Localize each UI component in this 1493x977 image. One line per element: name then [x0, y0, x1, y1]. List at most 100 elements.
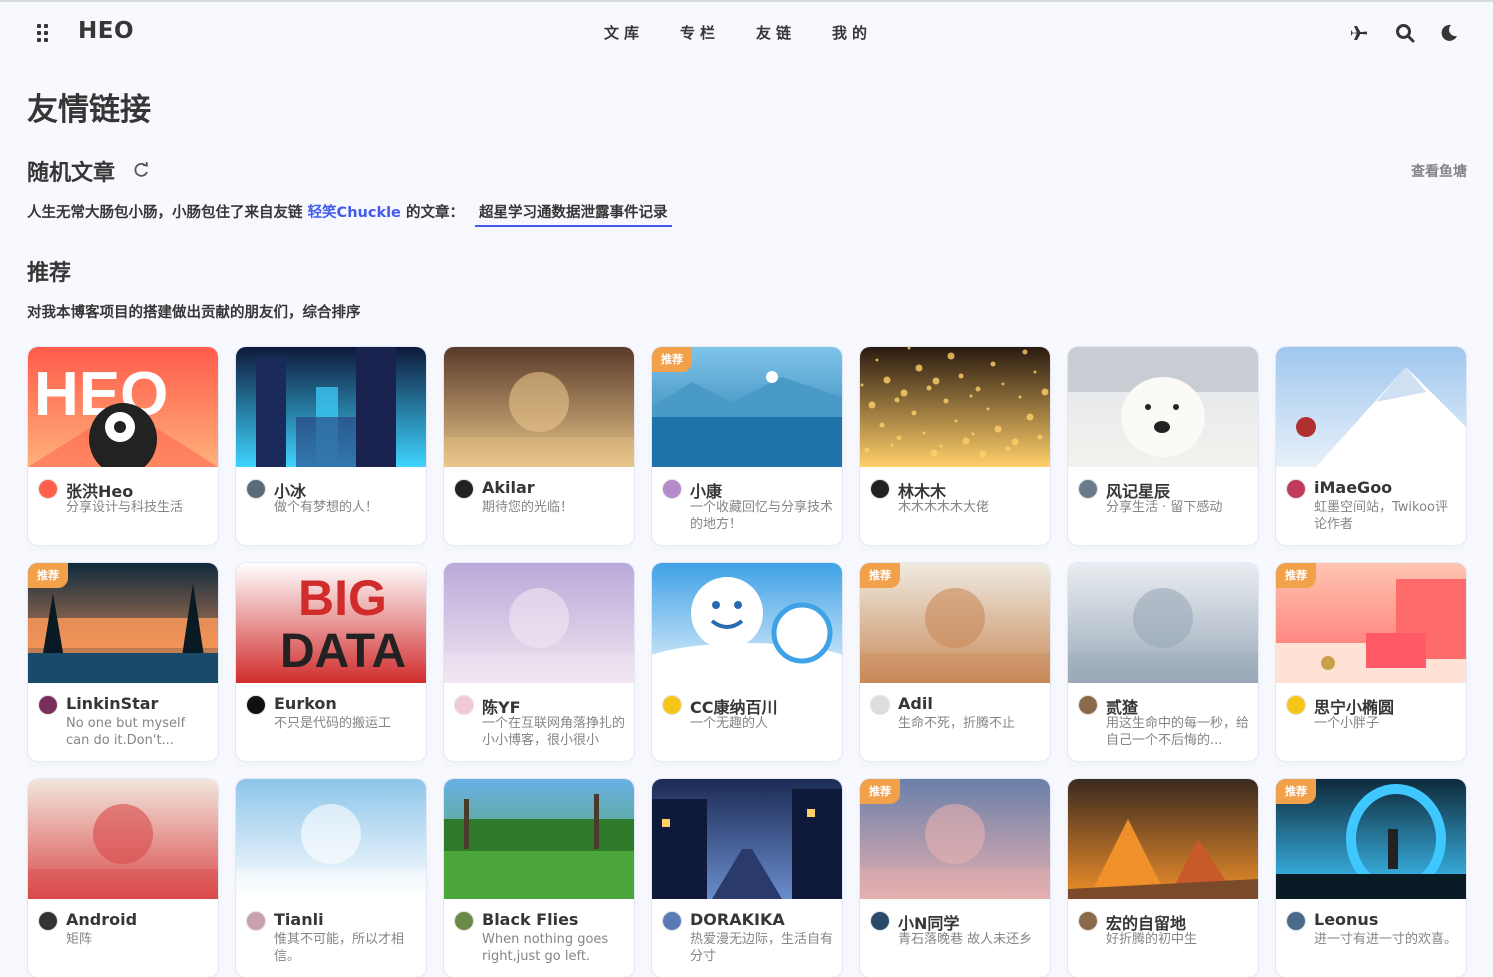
page-title: 友情链接 — [27, 92, 151, 128]
avatar — [662, 479, 682, 499]
card-description: 用这生命中的每一秒，给自己一个不后悔的... — [1106, 716, 1250, 748]
avatar — [1286, 479, 1306, 499]
friend-card[interactable]: CC康纳百川 一个无趣的人 — [652, 563, 842, 761]
friend-card[interactable]: 林木木 木木木木木大佬 — [860, 347, 1050, 545]
nav-item-column[interactable]: 专栏 — [680, 22, 720, 43]
recommend-section-title: 推荐 — [27, 261, 72, 286]
friend-card[interactable]: 推荐 小N同学 青石落晚巷 故人未还乡 — [860, 779, 1050, 977]
bokeh-lights-image — [860, 347, 1050, 467]
main-nav: 文库 专栏 友链 我的 — [604, 22, 908, 43]
recommend-badge: 推荐 — [860, 779, 900, 804]
friend-card[interactable]: Akilar 期待您的光临！ — [444, 347, 634, 545]
random-article-line: 人生无常大肠包小肠，小肠包住了来自友链 轻笑Chuckle 的文章： 超星学习通… — [27, 201, 672, 227]
card-cover — [444, 779, 634, 899]
snow-mountain-image — [1276, 347, 1466, 467]
avatar — [38, 695, 58, 715]
heo-logo-image: HEO — [28, 347, 218, 467]
card-cover — [652, 779, 842, 899]
avatar — [662, 911, 682, 931]
avatar — [454, 479, 474, 499]
friend-card[interactable]: 小冰 做个有梦想的人！ — [236, 347, 426, 545]
friend-card[interactable]: Black Flies When nothing goes right,just … — [444, 779, 634, 977]
green-park-image — [444, 779, 634, 899]
avatar — [246, 695, 266, 715]
card-description: 矩阵 — [66, 932, 93, 947]
friend-card[interactable]: 贰猹 用这生命中的每一秒，给自己一个不后悔的... — [1068, 563, 1258, 761]
search-icon[interactable] — [1394, 22, 1416, 44]
card-description: 生命不死，折腾不止 — [898, 716, 1016, 731]
card-name: Android — [66, 910, 138, 929]
friend-card[interactable]: 推荐 小康 一个收藏回忆与分享技术的地方！ — [652, 347, 842, 545]
card-cover — [1068, 779, 1258, 899]
friend-card[interactable]: 陈YF 一个在互联网角落挣扎的小小博客，很小很小 — [444, 563, 634, 761]
card-description: 惟其不可能，所以才相信。 — [274, 932, 405, 964]
random-article-link[interactable]: 超星学习通数据泄露事件记录 — [475, 201, 672, 227]
friend-card[interactable]: DORAKIKA 热爱漫无边际，生活自有分寸 — [652, 779, 842, 977]
avatar — [1078, 695, 1098, 715]
apps-grid-icon[interactable] — [37, 24, 51, 42]
nav-item-mine[interactable]: 我的 — [832, 22, 872, 43]
avatar — [1078, 911, 1098, 931]
card-cover — [28, 779, 218, 899]
avatar — [1078, 479, 1098, 499]
card-description: 进一寸有进一寸的欢喜。 — [1314, 932, 1458, 947]
friend-card[interactable]: 宏的自留地 好折腾的初中生 — [1068, 779, 1258, 977]
avatar — [1286, 695, 1306, 715]
avatar — [870, 479, 890, 499]
card-name: Akilar — [482, 478, 535, 497]
recommend-badge: 推荐 — [28, 563, 68, 588]
svg-text:BIG: BIG — [298, 570, 387, 626]
random-line-prefix: 人生无常大肠包小肠，小肠包住了来自友链 — [27, 205, 303, 221]
blue-mascot-image — [652, 563, 842, 683]
nav-item-library[interactable]: 文库 — [604, 22, 644, 43]
card-description: 一个无趣的人 — [690, 716, 769, 731]
avatar — [1286, 911, 1306, 931]
friend-card[interactable]: Android 矩阵 — [28, 779, 218, 977]
friend-card[interactable]: 推荐 Leonus 进一寸有进一寸的欢喜。 — [1276, 779, 1466, 977]
card-name: Leonus — [1314, 910, 1379, 929]
card-cover — [444, 347, 634, 467]
card-cover: HEO — [28, 347, 218, 467]
card-cover — [444, 563, 634, 683]
header: HEO 文库 专栏 友链 我的 — [0, 2, 1493, 62]
card-cover — [236, 347, 426, 467]
polar-bear-image — [1068, 347, 1258, 467]
card-description: 不只是代码的搬运工 — [274, 716, 392, 731]
card-cover — [1068, 347, 1258, 467]
nav-item-friends[interactable]: 友链 — [756, 22, 796, 43]
anime-room-image — [444, 347, 634, 467]
clouds-girl-image — [236, 779, 426, 899]
card-description: When nothing goes right,just go left. — [482, 932, 609, 964]
avatar — [246, 479, 266, 499]
friend-card[interactable]: 风记星辰 分享生活 · 留下感动 — [1068, 347, 1258, 545]
refresh-icon[interactable] — [132, 161, 150, 179]
friend-card[interactable]: 推荐 LinkinStar No one but myself can do it.… — [28, 563, 218, 761]
friend-card[interactable]: Tianli 惟其不可能，所以才相信。 — [236, 779, 426, 977]
friend-card[interactable]: iMaeGoo 虹墨空间站，Twikoo评论作者 — [1276, 347, 1466, 545]
card-description: 一个收藏回忆与分享技术的地方！ — [690, 500, 834, 532]
card-cover — [652, 563, 842, 683]
friend-card[interactable]: 推荐 Adil 生命不死，折腾不止 — [860, 563, 1050, 761]
recommend-badge: 推荐 — [860, 563, 900, 588]
card-description: 热爱漫无边际，生活自有分寸 — [690, 932, 834, 964]
card-description: 期待您的光临！ — [482, 500, 574, 515]
card-cover — [1068, 563, 1258, 683]
card-description: 青石落晚巷 故人未还乡 — [898, 932, 1033, 947]
friend-card[interactable]: 推荐 思宁小椭圆 一个小胖子 — [1276, 563, 1466, 761]
site-logo[interactable]: HEO — [78, 18, 134, 44]
recommend-description: 对我本博客项目的搭建做出贡献的朋友们，综合排序 — [27, 305, 361, 321]
big-data-image: BIGDATA — [236, 563, 426, 683]
friend-link[interactable]: 轻笑Chuckle — [308, 205, 401, 221]
recommend-badge: 推荐 — [1276, 779, 1316, 804]
friend-card[interactable]: HEO 张洪Heo 分享设计与科技生活 — [28, 347, 218, 545]
card-name: Adil — [898, 694, 933, 713]
plane-icon[interactable] — [1348, 22, 1370, 44]
avatar — [662, 695, 682, 715]
card-cover — [1276, 347, 1466, 467]
card-name: LinkinStar — [66, 694, 159, 713]
avatar — [454, 695, 474, 715]
random-section-title: 随机文章 — [27, 161, 116, 186]
view-fish-pond-link[interactable]: 查看鱼塘 — [1411, 161, 1467, 181]
friend-card[interactable]: BIG DATA Eurkon 不只是代码的搬运工 — [236, 563, 426, 761]
dark-mode-moon-icon[interactable] — [1438, 22, 1460, 44]
